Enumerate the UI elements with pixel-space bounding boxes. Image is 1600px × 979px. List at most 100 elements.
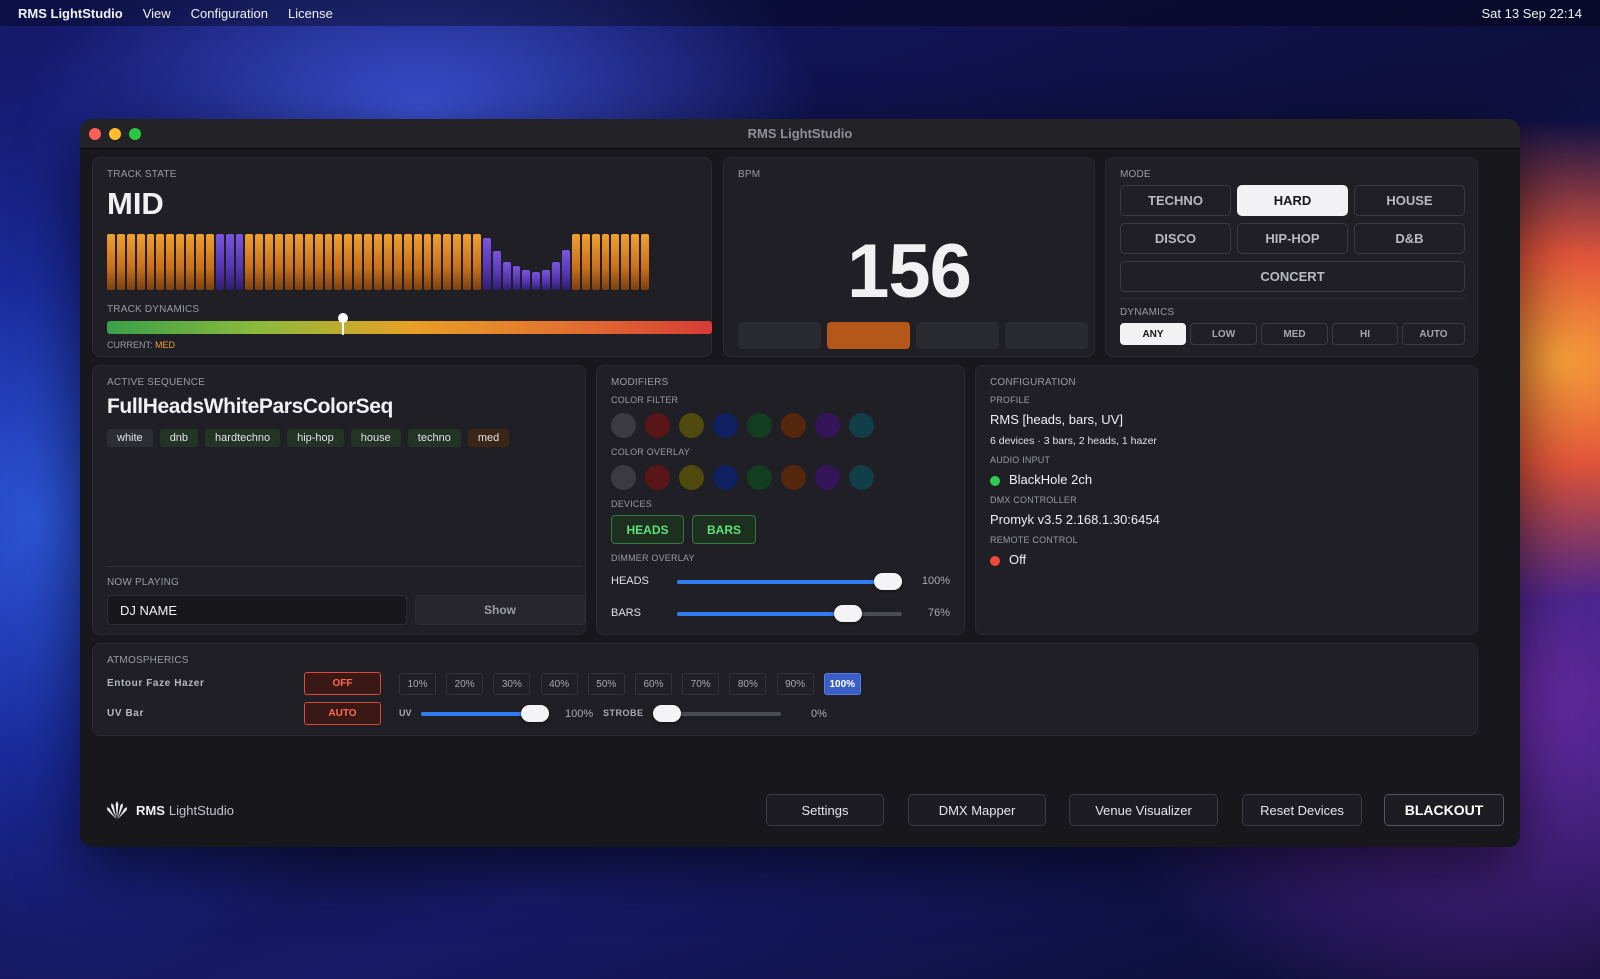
dmx-controller-label: DMX CONTROLLER: [990, 495, 1077, 505]
mode-hiphop-button[interactable]: HIP-HOP: [1237, 223, 1348, 254]
hazer-percent-button[interactable]: 50%: [587, 673, 625, 695]
energy-bar: [107, 234, 115, 290]
dimmer-heads-fill: [677, 580, 902, 584]
color-overlay-swatch[interactable]: [781, 465, 806, 490]
energy-bar: [522, 270, 531, 290]
track-state-label: TRACK STATE: [107, 169, 177, 180]
dimmer-bars-slider[interactable]: [677, 605, 902, 622]
color-filter-swatch[interactable]: [747, 413, 772, 438]
now-playing-label: NOW PLAYING: [107, 577, 180, 588]
hazer-off-button[interactable]: OFF: [304, 672, 381, 695]
settings-button[interactable]: Settings: [766, 794, 884, 826]
configuration-panel: CONFIGURATION PROFILE RMS [heads, bars, …: [975, 365, 1478, 635]
dynamics-med-button[interactable]: MED: [1261, 323, 1328, 345]
energy-bar: [334, 234, 343, 290]
mode-house-button[interactable]: HOUSE: [1354, 185, 1465, 216]
mode-concert-button[interactable]: CONCERT: [1120, 261, 1465, 292]
color-filter-swatch[interactable]: [849, 413, 874, 438]
strobe-slider-knob[interactable]: [653, 705, 681, 722]
dimmer-heads-slider[interactable]: [677, 573, 902, 590]
hazer-percent-button[interactable]: 20%: [446, 673, 484, 695]
mode-dnb-button[interactable]: D&B: [1354, 223, 1465, 254]
hazer-percent-button[interactable]: 90%: [776, 673, 814, 695]
color-overlay-swatch[interactable]: [747, 465, 772, 490]
uv-bar-name: UV Bar: [107, 708, 144, 719]
hazer-percent-button[interactable]: 80%: [729, 673, 767, 695]
track-state-value: MID: [107, 186, 164, 221]
energy-bar: [196, 234, 204, 290]
device-heads-button[interactable]: HEADS: [611, 515, 684, 544]
color-filter-swatch[interactable]: [611, 413, 636, 438]
color-overlay-swatch[interactable]: [713, 465, 738, 490]
mode-divider: [1120, 298, 1465, 299]
menu-view[interactable]: View: [143, 6, 171, 21]
tag-med: med: [467, 429, 510, 447]
color-filter-swatch[interactable]: [713, 413, 738, 438]
hazer-percent-button[interactable]: 70%: [682, 673, 720, 695]
uv-slider-knob[interactable]: [521, 705, 549, 722]
beat-indicator: [827, 322, 910, 349]
energy-bar: [571, 234, 580, 290]
hazer-percent-button[interactable]: 60%: [635, 673, 672, 695]
hazer-percent-button[interactable]: 40%: [540, 673, 578, 695]
track-dynamics-marker[interactable]: [337, 313, 348, 335]
mode-techno-button[interactable]: TECHNO: [1120, 185, 1231, 216]
energy-bar: [136, 234, 145, 290]
color-filter-swatch[interactable]: [815, 413, 840, 438]
energy-bar: [552, 262, 560, 290]
color-overlay-swatch[interactable]: [849, 465, 874, 490]
dynamics-hi-button[interactable]: HI: [1332, 323, 1398, 345]
energy-bar: [611, 234, 620, 290]
dmx-mapper-button[interactable]: DMX Mapper: [908, 794, 1046, 826]
menu-license[interactable]: License: [288, 6, 333, 21]
menu-clock[interactable]: Sat 13 Sep 22:14: [1482, 6, 1582, 21]
mode-panel: MODE TECHNO HARD HOUSE DISCO HIP-HOP D&B…: [1105, 157, 1478, 357]
modifiers-label: MODIFIERS: [611, 377, 669, 388]
now-playing-input[interactable]: DJ NAME: [107, 595, 407, 625]
dynamics-any-button[interactable]: ANY: [1120, 323, 1186, 345]
mode-hard-button[interactable]: HARD: [1237, 185, 1348, 216]
atmospherics-panel: ATMOSPHERICS Entour Faze Hazer OFF 10% 20…: [92, 643, 1478, 736]
app-window: RMS LightStudio TRACK STATE MID TRACK DY…: [80, 119, 1520, 847]
show-button[interactable]: Show: [415, 595, 585, 625]
mode-disco-button[interactable]: DISCO: [1120, 223, 1231, 254]
dimmer-heads-knob[interactable]: [874, 573, 902, 590]
footer-brand: RMS LightStudio: [106, 800, 234, 820]
color-overlay-swatch[interactable]: [645, 465, 670, 490]
color-overlay-swatch[interactable]: [815, 465, 840, 490]
energy-bar: [205, 234, 214, 290]
track-energy-bars: [107, 234, 712, 290]
energy-bar: [512, 266, 521, 290]
energy-bar: [304, 234, 313, 290]
dynamics-label: DYNAMICS: [1120, 307, 1175, 318]
dynamics-auto-button[interactable]: AUTO: [1402, 323, 1465, 345]
color-filter-swatch[interactable]: [781, 413, 806, 438]
menu-app-name[interactable]: RMS LightStudio: [18, 6, 123, 21]
strobe-slider[interactable]: [653, 705, 781, 722]
device-bars-button[interactable]: BARS: [692, 515, 756, 544]
dimmer-bars-knob[interactable]: [834, 605, 862, 622]
uv-auto-button[interactable]: AUTO: [304, 702, 381, 725]
color-filter-swatch[interactable]: [679, 413, 704, 438]
energy-bar: [146, 234, 155, 290]
energy-bar: [235, 234, 244, 290]
hazer-percent-button[interactable]: 10%: [399, 673, 436, 695]
dynamics-low-button[interactable]: LOW: [1190, 323, 1257, 345]
reset-devices-button[interactable]: Reset Devices: [1242, 794, 1362, 826]
devices-label: DEVICES: [611, 499, 652, 509]
audio-status-dot: [990, 475, 1000, 486]
energy-bar: [502, 262, 511, 290]
dimmer-bars-label: BARS: [611, 607, 641, 619]
menu-configuration[interactable]: Configuration: [191, 6, 268, 21]
blackout-button[interactable]: BLACKOUT: [1384, 794, 1504, 826]
color-filter-swatch[interactable]: [645, 413, 670, 438]
uv-slider[interactable]: [421, 705, 549, 722]
color-overlay-swatch[interactable]: [679, 465, 704, 490]
hazer-percent-button[interactable]: 30%: [493, 673, 531, 695]
color-overlay-swatch[interactable]: [611, 465, 636, 490]
venue-visualizer-button[interactable]: Venue Visualizer: [1069, 794, 1218, 826]
tag-hardtechno: hardtechno: [205, 429, 281, 447]
color-filter-swatches: [611, 413, 874, 438]
current-prefix: CURRENT:: [107, 340, 153, 350]
hazer-percent-button[interactable]: 100%: [823, 673, 861, 695]
